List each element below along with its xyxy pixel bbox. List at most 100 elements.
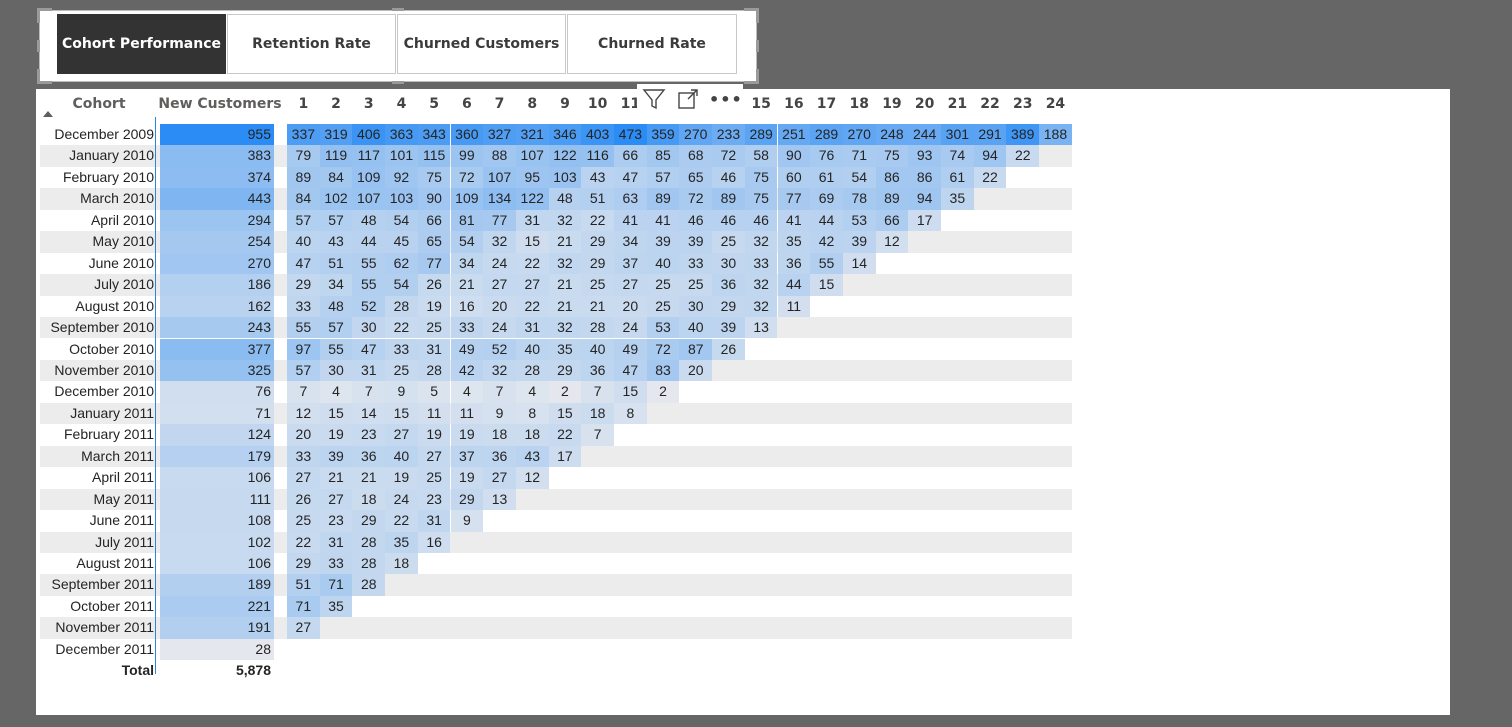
cohort-view-slicer: Cohort Performance Retention Rate Churne… [37, 8, 759, 84]
resize-handle[interactable] [756, 40, 759, 52]
retention-cell: 102 [319, 188, 353, 210]
row-header-cohort[interactable]: December 2010 [40, 381, 154, 402]
resize-handle[interactable] [37, 69, 52, 84]
new-customers-cell: 294 [160, 209, 274, 232]
retention-cell: 22 [515, 252, 549, 275]
retention-cell: 22 [581, 209, 614, 232]
table-row: June 2010 270 47 51 55 62 77 34 24 22 32 29 37 40 33 30… [40, 252, 1072, 275]
column-header-month-8[interactable]: 8 [516, 92, 549, 116]
column-header-month-23[interactable]: 23 [1006, 92, 1039, 116]
retention-cell: 66 [417, 209, 451, 232]
row-header-cohort[interactable]: January 2010 [40, 145, 154, 167]
retention-cell: 359 [646, 124, 680, 146]
retention-cell: 55 [810, 252, 843, 275]
retention-cell: 23 [417, 488, 451, 511]
retention-cell: 29 [352, 510, 386, 532]
row-header-cohort[interactable]: October 2011 [40, 596, 154, 617]
row-header-cohort[interactable]: October 2010 [40, 339, 154, 360]
resize-handle[interactable] [37, 40, 40, 52]
row-header-cohort[interactable]: November 2010 [40, 359, 154, 382]
row-header-cohort[interactable]: August 2010 [40, 296, 154, 317]
column-header-month-7[interactable]: 7 [483, 92, 516, 116]
column-header-month-1[interactable]: 1 [287, 92, 320, 116]
row-header-cohort[interactable]: September 2011 [40, 574, 154, 596]
row-header-cohort[interactable]: May 2011 [40, 488, 154, 511]
row-header-cohort[interactable]: February 2011 [40, 424, 154, 445]
row-header-cohort[interactable]: May 2010 [40, 231, 154, 253]
row-header-cohort[interactable]: December 2011 [40, 639, 154, 660]
row-header-cohort[interactable]: September 2010 [40, 317, 154, 339]
column-header-cohort[interactable]: Cohort [40, 92, 158, 116]
retention-cell: 75 [417, 166, 451, 189]
retention-cell: 406 [352, 124, 386, 146]
column-header-month-24[interactable]: 24 [1039, 92, 1072, 116]
row-header-cohort[interactable]: August 2011 [40, 553, 154, 574]
column-header-month-20[interactable]: 20 [908, 92, 941, 116]
row-header-cohort[interactable]: July 2010 [40, 274, 154, 296]
tab-churned-customers[interactable]: Churned Customers [397, 14, 566, 74]
tab-churned-rate[interactable]: Churned Rate [567, 14, 737, 74]
retention-cell: 15 [385, 402, 418, 425]
row-header-cohort[interactable]: December 2009 [40, 124, 154, 145]
row-header-cohort[interactable]: June 2011 [40, 510, 154, 531]
retention-cell: 32 [744, 231, 778, 253]
resize-handle[interactable] [744, 69, 759, 84]
retention-cell: 24 [483, 252, 516, 275]
row-header-cohort[interactable]: April 2011 [40, 467, 154, 488]
column-header-month-9[interactable]: 9 [549, 92, 582, 116]
total-row: Total 5,878 [40, 660, 1072, 681]
retention-cell: 29 [450, 488, 484, 511]
row-header-cohort[interactable]: January 2011 [40, 402, 154, 425]
focus-mode-icon[interactable] [671, 84, 705, 114]
column-header-month-6[interactable]: 6 [451, 92, 484, 116]
row-header-cohort[interactable]: February 2010 [40, 167, 154, 188]
retention-cell: 61 [941, 166, 974, 189]
row-header-cohort[interactable]: March 2011 [40, 445, 154, 468]
retention-cell: 7 [287, 381, 320, 403]
row-header-cohort[interactable]: March 2010 [40, 188, 154, 210]
column-header-month-3[interactable]: 3 [352, 92, 385, 116]
retention-cell: 57 [319, 317, 353, 339]
retention-cell: 27 [614, 274, 647, 296]
column-header-month-15[interactable]: 15 [745, 92, 778, 116]
retention-cell: 35 [548, 338, 582, 360]
filter-icon[interactable] [637, 84, 671, 114]
column-header-month-5[interactable]: 5 [418, 92, 451, 116]
retention-cell: 233 [712, 124, 745, 146]
row-header-cohort[interactable]: November 2011 [40, 617, 154, 639]
sort-ascending-icon[interactable] [43, 111, 53, 117]
retention-cell: 35 [777, 231, 811, 253]
resize-handle[interactable] [744, 8, 759, 23]
column-header-month-17[interactable]: 17 [810, 92, 843, 116]
retention-cell: 34 [614, 231, 647, 253]
new-customers-cell: 443 [160, 188, 274, 210]
retention-cell: 29 [581, 252, 614, 275]
tab-cohort-performance[interactable]: Cohort Performance [57, 14, 226, 74]
retention-cell: 42 [810, 231, 843, 253]
retention-cell: 90 [417, 188, 451, 210]
column-header-month-19[interactable]: 19 [876, 92, 909, 116]
retention-cell: 94 [973, 145, 1007, 167]
column-header-month-10[interactable]: 10 [581, 92, 614, 116]
row-header-cohort[interactable]: April 2010 [40, 210, 154, 231]
row-header-cohort[interactable]: July 2011 [40, 531, 154, 553]
retention-cell: 31 [319, 531, 353, 553]
retention-cell: 41 [777, 209, 811, 232]
column-header-month-4[interactable]: 4 [385, 92, 418, 116]
retention-cell: 31 [515, 209, 549, 232]
new-customers-cell: 221 [160, 595, 274, 618]
resize-handle[interactable] [37, 8, 52, 23]
column-header-month-2[interactable]: 2 [320, 92, 353, 116]
column-header-month-22[interactable]: 22 [974, 92, 1007, 116]
column-header-month-18[interactable]: 18 [843, 92, 876, 116]
retention-cell: 36 [712, 274, 745, 296]
resize-handle[interactable] [392, 81, 404, 84]
more-options-icon[interactable]: ••• [705, 90, 743, 109]
column-header-new-customers[interactable]: New Customers [158, 92, 282, 116]
column-header-month-16[interactable]: 16 [778, 92, 811, 116]
retention-cell: 93 [908, 145, 941, 167]
row-header-cohort[interactable]: June 2010 [40, 253, 154, 274]
column-header-month-21[interactable]: 21 [941, 92, 974, 116]
tab-retention-rate[interactable]: Retention Rate [227, 14, 396, 74]
resize-handle[interactable] [392, 8, 404, 11]
